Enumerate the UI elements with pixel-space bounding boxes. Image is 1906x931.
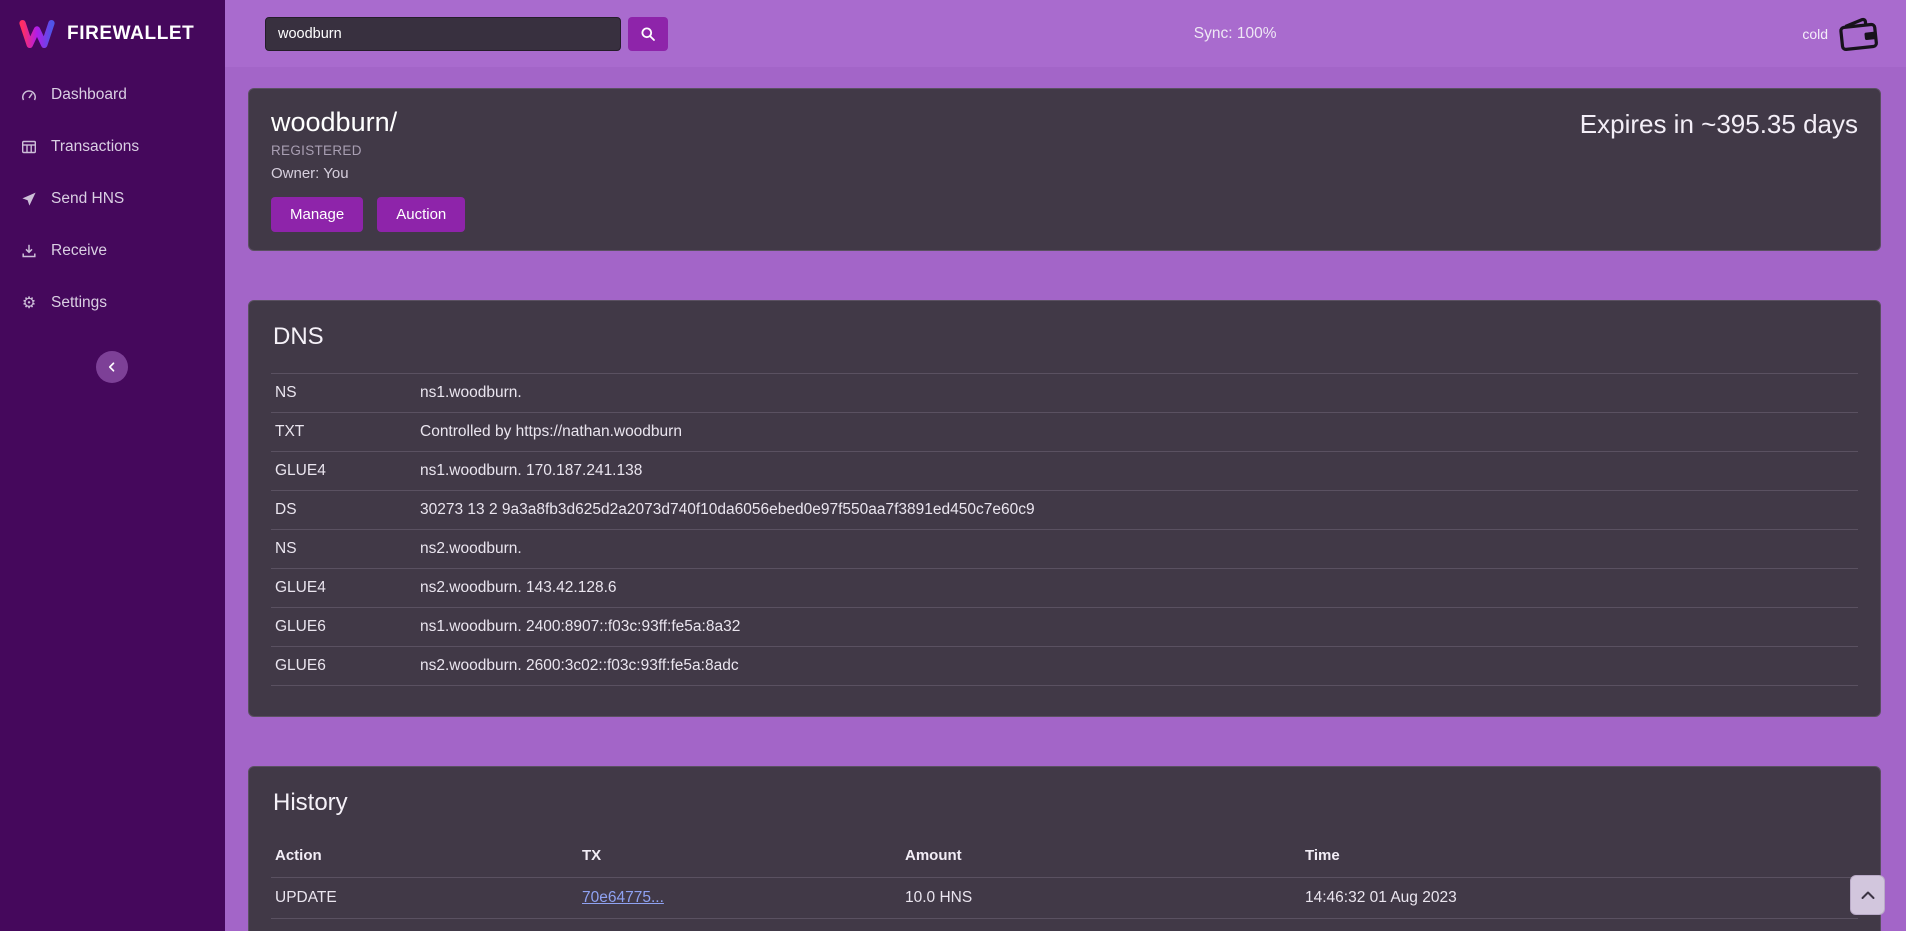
dns-record-type: GLUE4 — [271, 452, 416, 491]
settings-icon: ⚙ — [20, 293, 38, 313]
sidebar: FIREWALLET Dashboard Transactions — [0, 0, 225, 931]
domain-owner: Owner: You — [271, 165, 465, 182]
history-col-time: Time — [1301, 839, 1858, 878]
domain-summary-card: woodburn/ REGISTERED Owner: You Manage A… — [248, 88, 1881, 251]
sidebar-item-settings[interactable]: ⚙ Settings — [0, 281, 225, 325]
sidebar-nav: Dashboard Transactions Send HNS — [0, 67, 225, 325]
sidebar-item-label: Settings — [51, 294, 107, 312]
topbar: Sync: 100% cold — [225, 0, 1906, 67]
dns-card: DNS NS ns1.woodburn. TXT Controlled by h… — [248, 300, 1881, 717]
domain-actions: Manage Auction — [271, 197, 465, 232]
dns-record-value: ns1.woodburn. — [416, 374, 1858, 413]
domain-status: REGISTERED — [271, 143, 465, 158]
auction-button[interactable]: Auction — [377, 197, 465, 232]
history-row: RENEW 479c3d... 10.0 HNS 15:45:36 07 Apr… — [271, 919, 1858, 931]
sidebar-item-label: Dashboard — [51, 86, 127, 104]
dns-table: NS ns1.woodburn. TXT Controlled by https… — [271, 373, 1858, 686]
dns-record-row: GLUE4 ns1.woodburn. 170.187.241.138 — [271, 452, 1858, 491]
dns-record-value: ns2.woodburn. 2600:3c02::f03c:93ff:fe5a:… — [416, 647, 1858, 686]
history-table: Action TX Amount Time UPDATE 70e64775...… — [271, 839, 1858, 931]
dns-record-value: ns1.woodburn. 2400:8907::f03c:93ff:fe5a:… — [416, 608, 1858, 647]
transactions-icon — [20, 139, 38, 155]
search-icon — [640, 26, 656, 42]
domain-title: woodburn/ — [271, 107, 465, 138]
history-time: 14:46:32 01 Aug 2023 — [1301, 878, 1858, 919]
domain-info: woodburn/ REGISTERED Owner: You Manage A… — [271, 107, 465, 232]
main-content: woodburn/ REGISTERED Owner: You Manage A… — [225, 67, 1906, 931]
history-time: 15:45:36 07 Apr 2023 — [1301, 919, 1858, 931]
dns-record-type: GLUE4 — [271, 569, 416, 608]
sidebar-item-label: Send HNS — [51, 190, 124, 208]
dns-record-value: 30273 13 2 9a3a8fb3d625d2a2073d740f10da6… — [416, 491, 1858, 530]
history-action: RENEW — [271, 919, 578, 931]
brand[interactable]: FIREWALLET — [0, 0, 225, 67]
dns-record-row: TXT Controlled by https://nathan.woodbur… — [271, 413, 1858, 452]
sidebar-item-transactions[interactable]: Transactions — [0, 125, 225, 169]
receive-icon — [20, 243, 38, 259]
tx-link[interactable]: 70e64775... — [582, 889, 664, 906]
sidebar-item-dashboard[interactable]: Dashboard — [0, 73, 225, 117]
history-header-row: Action TX Amount Time — [271, 839, 1858, 878]
dns-record-row: NS ns1.woodburn. — [271, 374, 1858, 413]
sidebar-item-send-hns[interactable]: Send HNS — [0, 177, 225, 221]
dns-record-type: NS — [271, 530, 416, 569]
history-row: UPDATE 70e64775... 10.0 HNS 14:46:32 01 … — [271, 878, 1858, 919]
history-card: History Action TX Amount Time UPDATE 70e… — [248, 766, 1881, 931]
sidebar-item-label: Receive — [51, 242, 107, 260]
dns-record-value: Controlled by https://nathan.woodburn — [416, 413, 1858, 452]
history-amount: 10.0 HNS — [901, 878, 1301, 919]
search-button[interactable] — [628, 17, 668, 51]
sidebar-item-label: Transactions — [51, 138, 139, 156]
dns-record-value: ns1.woodburn. 170.187.241.138 — [416, 452, 1858, 491]
firewallet-logo-icon — [18, 16, 56, 52]
history-col-amount: Amount — [901, 839, 1301, 878]
dns-record-value: ns2.woodburn. 143.42.128.6 — [416, 569, 1858, 608]
dns-record-row: GLUE4 ns2.woodburn. 143.42.128.6 — [271, 569, 1858, 608]
wallet-mode-label: cold — [1802, 26, 1828, 42]
sidebar-item-receive[interactable]: Receive — [0, 229, 225, 273]
dns-record-type: NS — [271, 374, 416, 413]
brand-name: FIREWALLET — [67, 23, 194, 45]
wallet-icon[interactable] — [1836, 14, 1881, 52]
search-input[interactable] — [265, 17, 621, 51]
dns-record-row: GLUE6 ns2.woodburn. 2600:3c02::f03c:93ff… — [271, 647, 1858, 686]
caret-up-icon — [1860, 889, 1876, 901]
manage-button[interactable]: Manage — [271, 197, 363, 232]
dns-record-type: GLUE6 — [271, 647, 416, 686]
dns-record-type: GLUE6 — [271, 608, 416, 647]
dns-record-type: DS — [271, 491, 416, 530]
domain-expiry: Expires in ~395.35 days — [1580, 109, 1858, 140]
search-group — [265, 17, 668, 51]
collapse-sidebar-button[interactable] — [96, 351, 128, 383]
wallet-status-group: cold — [1802, 17, 1880, 51]
scroll-top-button[interactable] — [1850, 875, 1885, 915]
dns-record-row: NS ns2.woodburn. — [271, 530, 1858, 569]
history-heading: History — [273, 789, 1858, 817]
history-action: UPDATE — [271, 878, 578, 919]
chevron-left-icon — [106, 361, 118, 373]
dns-heading: DNS — [273, 323, 1858, 351]
dns-record-row: GLUE6 ns1.woodburn. 2400:8907::f03c:93ff… — [271, 608, 1858, 647]
history-col-tx: TX — [578, 839, 901, 878]
sync-status: Sync: 100% — [668, 25, 1802, 43]
history-amount: 10.0 HNS — [901, 919, 1301, 931]
dns-record-value: ns2.woodburn. — [416, 530, 1858, 569]
history-col-action: Action — [271, 839, 578, 878]
dns-record-row: DS 30273 13 2 9a3a8fb3d625d2a2073d740f10… — [271, 491, 1858, 530]
dns-record-type: TXT — [271, 413, 416, 452]
send-icon — [20, 191, 38, 207]
dashboard-icon — [20, 87, 38, 103]
